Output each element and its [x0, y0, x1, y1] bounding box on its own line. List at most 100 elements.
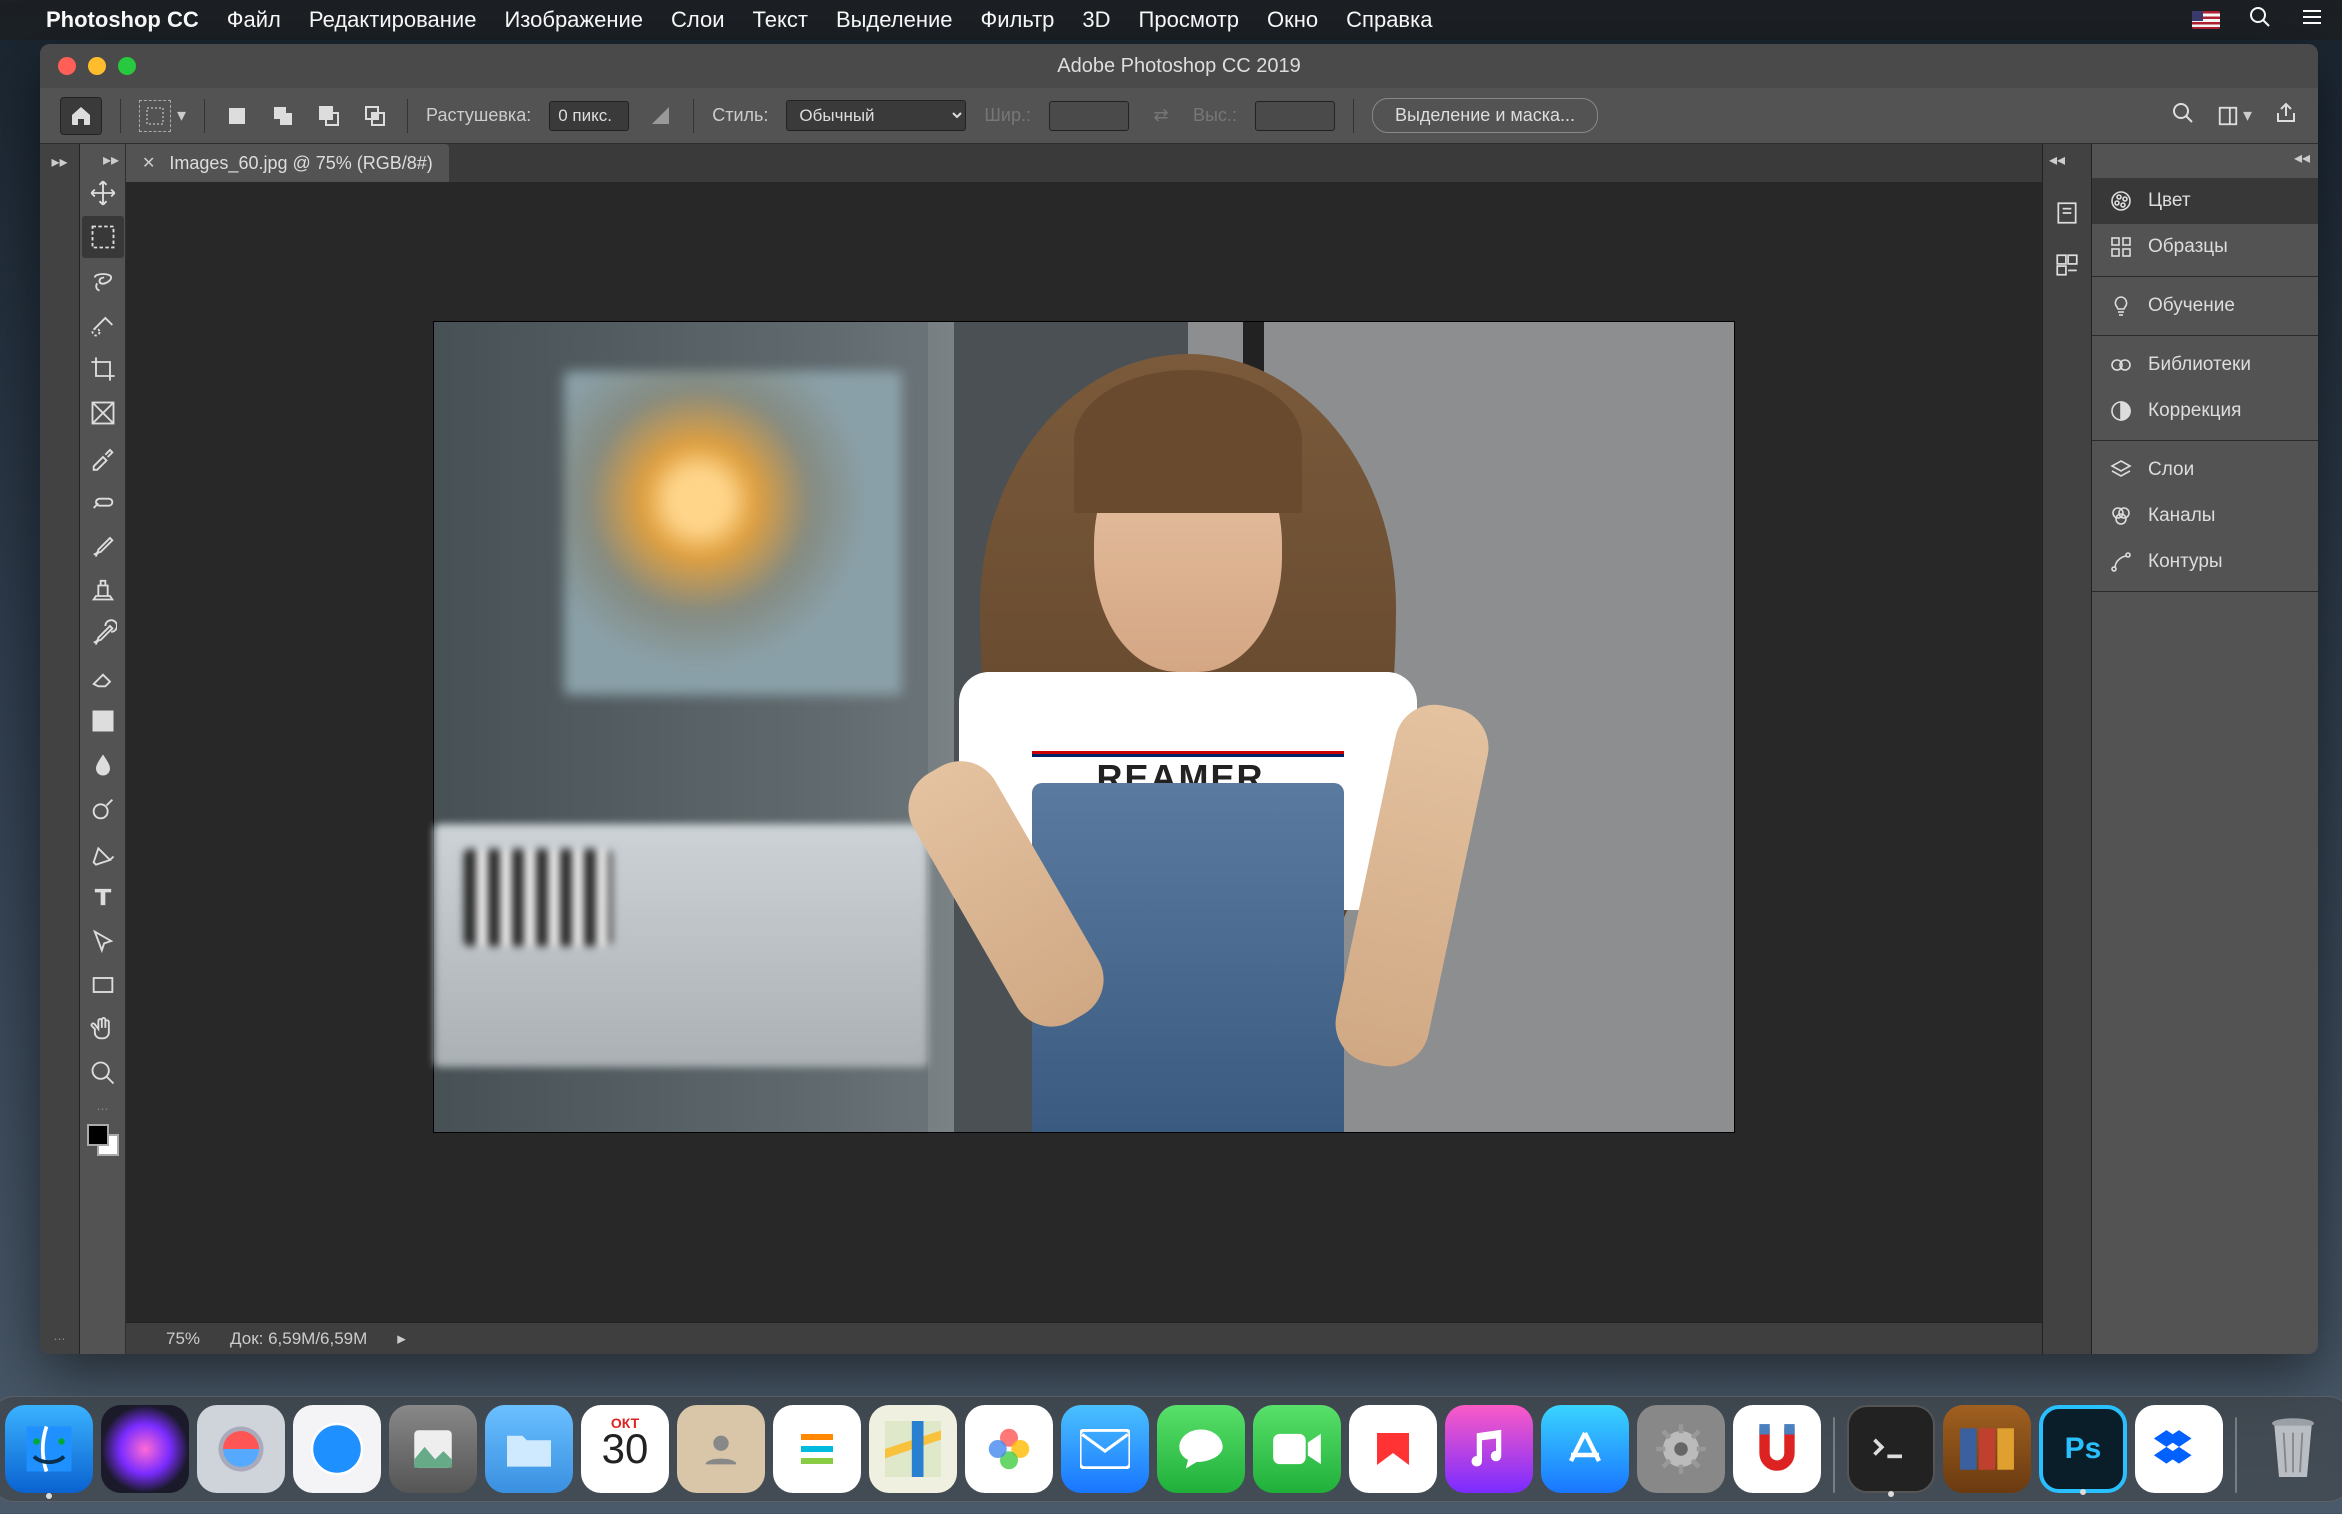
expand-panel-arrow-icon[interactable]: ◂◂ [2043, 150, 2065, 170]
share-icon[interactable] [2274, 101, 2298, 130]
pen-tool[interactable] [82, 832, 124, 874]
expand-arrow-icon[interactable]: ▸▸ [51, 152, 67, 172]
dock-maps[interactable] [869, 1405, 957, 1493]
dock-photos[interactable] [965, 1405, 1053, 1493]
menu-window[interactable]: Окно [1267, 7, 1318, 33]
tool-preset-picker[interactable]: ▾ [139, 100, 186, 132]
panel-learn[interactable]: Обучение [2092, 283, 2318, 329]
feather-input[interactable] [549, 101, 629, 131]
dock-dropbox[interactable] [2135, 1405, 2223, 1493]
workspace-switcher[interactable]: ▾ [2217, 105, 2252, 127]
panel-layers[interactable]: Слои [2092, 447, 2318, 493]
dock-magnet[interactable] [1733, 1405, 1821, 1493]
search-icon[interactable] [2171, 101, 2195, 130]
dock-messages[interactable] [1157, 1405, 1245, 1493]
panel-swatches[interactable]: Образцы [2092, 224, 2318, 270]
rectangle-tool[interactable] [82, 964, 124, 1006]
healing-brush-tool[interactable] [82, 480, 124, 522]
path-select-tool[interactable] [82, 920, 124, 962]
clone-stamp-tool[interactable] [82, 568, 124, 610]
lasso-tool[interactable] [82, 260, 124, 302]
collapse-arrow-icon[interactable]: ▸▸ [103, 150, 125, 170]
window-titlebar[interactable]: Adobe Photoshop CC 2019 [40, 44, 2318, 88]
menu-edit[interactable]: Редактирование [309, 7, 477, 33]
dock-launchpad[interactable] [197, 1405, 285, 1493]
window-close-button[interactable] [58, 57, 76, 75]
history-panel-icon[interactable] [2050, 196, 2084, 230]
menu-3d[interactable]: 3D [1082, 7, 1110, 33]
dock-safari[interactable] [293, 1405, 381, 1493]
status-menu-icon[interactable]: ▸ [397, 1329, 406, 1349]
dock-mail[interactable] [1061, 1405, 1149, 1493]
panel-adjustments[interactable]: Коррекция [2092, 388, 2318, 434]
crop-tool[interactable] [82, 348, 124, 390]
spotlight-icon[interactable] [2248, 5, 2272, 36]
zoom-tool[interactable] [82, 1052, 124, 1094]
home-button[interactable] [60, 97, 102, 135]
zoom-level[interactable]: 75% [166, 1329, 200, 1349]
menu-filter[interactable]: Фильтр [981, 7, 1055, 33]
intersect-selection-icon[interactable] [361, 102, 389, 130]
collapse-panels-arrow-icon[interactable]: ◂◂ [2286, 144, 2318, 172]
marquee-tool[interactable] [82, 216, 124, 258]
window-zoom-button[interactable] [118, 57, 136, 75]
panel-color[interactable]: Цвет [2092, 178, 2318, 224]
history-brush-tool[interactable] [82, 612, 124, 654]
menu-view[interactable]: Просмотр [1139, 7, 1239, 33]
dock-contacts[interactable] [677, 1405, 765, 1493]
menu-file[interactable]: Файл [227, 7, 281, 33]
dock-photoshop[interactable]: Ps [2039, 1405, 2127, 1493]
eyedropper-tool[interactable] [82, 436, 124, 478]
menu-type[interactable]: Текст [753, 7, 808, 33]
dock-calendar[interactable]: ОКТ30 [581, 1405, 669, 1493]
dock-siri[interactable] [101, 1405, 189, 1493]
frame-tool[interactable] [82, 392, 124, 434]
canvas-viewport[interactable] [126, 182, 2042, 1322]
dock-settings[interactable] [1637, 1405, 1725, 1493]
dock-trash[interactable] [2249, 1405, 2337, 1493]
properties-panel-icon[interactable] [2050, 248, 2084, 282]
quick-select-tool[interactable] [82, 304, 124, 346]
app-menu[interactable]: Photoshop CC [46, 7, 199, 33]
menu-image[interactable]: Изображение [504, 7, 643, 33]
dock-music[interactable] [1445, 1405, 1533, 1493]
dock-finder[interactable] [5, 1405, 93, 1493]
gradient-tool[interactable] [82, 700, 124, 742]
menu-help[interactable]: Справка [1346, 7, 1432, 33]
type-tool[interactable] [82, 876, 124, 918]
doc-info[interactable]: Док: 6,59M/6,59M [230, 1329, 367, 1349]
brush-tool[interactable] [82, 524, 124, 566]
input-language-flag-icon[interactable] [2192, 11, 2220, 29]
dock-terminal[interactable] [1847, 1405, 1935, 1493]
hand-tool[interactable] [82, 1008, 124, 1050]
dock-facetime[interactable] [1253, 1405, 1341, 1493]
dodge-tool[interactable] [82, 788, 124, 830]
subtract-selection-icon[interactable] [315, 102, 343, 130]
antialias-icon[interactable] [647, 102, 675, 130]
window-minimize-button[interactable] [88, 57, 106, 75]
dock-folder[interactable] [485, 1405, 573, 1493]
eraser-tool[interactable] [82, 656, 124, 698]
color-swatches[interactable] [87, 1124, 119, 1156]
panel-paths[interactable]: Контуры [2092, 539, 2318, 585]
dock-appstore[interactable] [1541, 1405, 1629, 1493]
move-tool[interactable] [82, 172, 124, 214]
dock-preview[interactable] [389, 1405, 477, 1493]
add-selection-icon[interactable] [269, 102, 297, 130]
dock-reminders[interactable] [773, 1405, 861, 1493]
panel-libraries[interactable]: Библиотеки [2092, 342, 2318, 388]
select-and-mask-button[interactable]: Выделение и маска... [1372, 98, 1598, 133]
dock-books[interactable] [1943, 1405, 2031, 1493]
canvas[interactable] [434, 322, 1734, 1132]
edit-toolbar-icon[interactable]: ⋯ [97, 1102, 109, 1116]
dock-news[interactable] [1349, 1405, 1437, 1493]
new-selection-icon[interactable] [223, 102, 251, 130]
menu-select[interactable]: Выделение [836, 7, 953, 33]
blur-tool[interactable] [82, 744, 124, 786]
control-center-icon[interactable] [2300, 5, 2324, 36]
style-select[interactable]: Обычный [786, 100, 966, 131]
menu-layers[interactable]: Слои [671, 7, 725, 33]
panel-channels[interactable]: Каналы [2092, 493, 2318, 539]
tools-more-icon[interactable]: ⋯ [54, 1332, 66, 1346]
document-tab[interactable]: ✕ Images_60.jpg @ 75% (RGB/8#) [126, 144, 449, 182]
